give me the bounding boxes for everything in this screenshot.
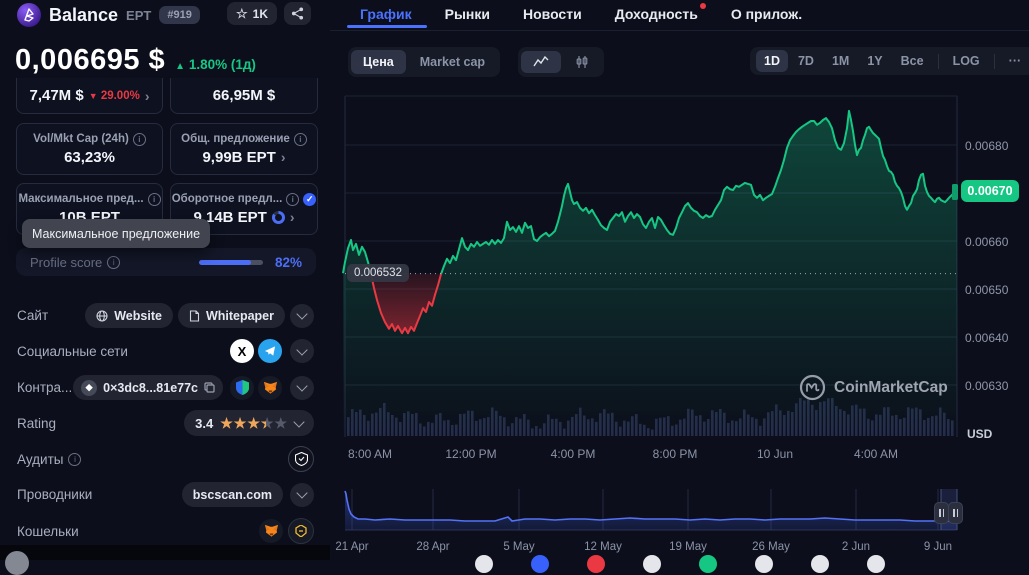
range-brush-chart[interactable] [0,0,1029,560]
brush-date-label: 26 May [752,541,790,553]
brush-handle-left[interactable] [934,502,949,524]
reaction-emoji[interactable] [475,555,493,573]
coinmarketcap-logo-icon [799,374,826,401]
reaction-emoji[interactable] [699,555,717,573]
reaction-emoji[interactable] [531,555,549,573]
brush-date-label: 21 Apr [335,541,369,553]
brush-area-fill [345,491,957,530]
brush-date-label: 9 Jun [923,541,953,553]
watermark: CoinMarketCap [799,374,948,401]
brush-date-label: 28 Apr [416,541,450,553]
brush-date-label: 5 May [503,541,535,553]
reaction-emoji[interactable] [643,555,661,573]
current-price-badge: 0.00670 [961,180,1019,202]
brush-line [344,490,958,523]
reaction-emoji[interactable] [811,555,829,573]
brush-handle-right[interactable] [948,502,963,524]
reaction-emoji[interactable] [587,555,605,573]
reaction-emoji[interactable] [867,555,885,573]
brush-date-label: 19 May [669,541,707,553]
max-supply-tooltip: Максимальное предложение [22,219,210,248]
reaction-emoji[interactable] [755,555,773,573]
brush-date-label: 2 Jun [841,541,871,553]
open-price-label: 0.006532 [347,264,409,282]
brush-date-label: 12 May [584,541,622,553]
